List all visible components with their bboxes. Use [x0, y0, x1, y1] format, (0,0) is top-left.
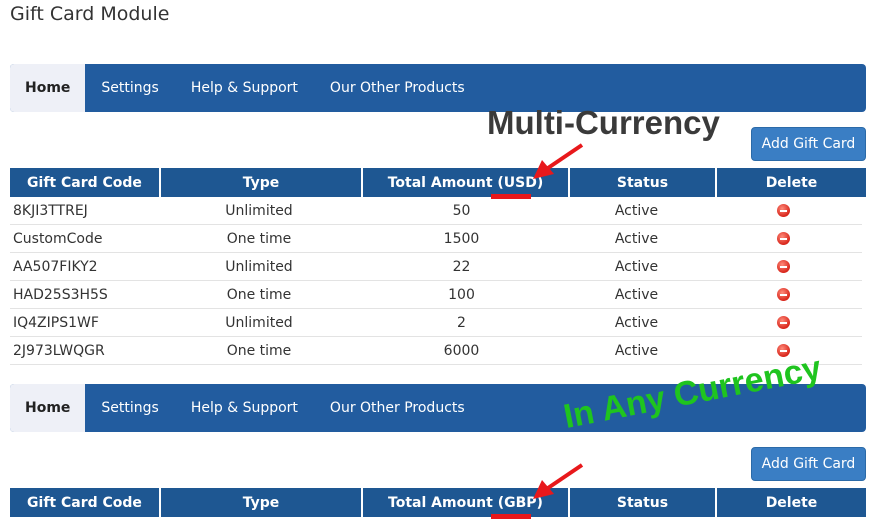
cell-type: Unlimited: [225, 314, 293, 331]
delete-icon[interactable]: [777, 232, 790, 245]
cell-status: Active: [614, 314, 659, 331]
header-gift-card-code[interactable]: Gift Card Code: [10, 168, 159, 197]
header-delete[interactable]: Delete: [717, 488, 866, 517]
table-row: CustomCode One time 1500 Active: [10, 225, 862, 253]
delete-icon[interactable]: [777, 260, 790, 273]
table-row: 8KJI3TTREJ Unlimited 50 Active: [10, 197, 862, 225]
table-row: AA507FIKY2 Unlimited 22 Active: [10, 253, 862, 281]
cell-amount: 100: [448, 286, 475, 303]
header-type[interactable]: Type: [161, 488, 361, 517]
delete-icon[interactable]: [777, 316, 790, 329]
header-gift-card-code[interactable]: Gift Card Code: [10, 488, 159, 517]
header-total-amount[interactable]: Total Amount (GBP): [363, 488, 568, 517]
nav-help-support[interactable]: Help & Support: [175, 384, 314, 432]
cell-status: Active: [614, 258, 659, 275]
gift-card-table-body: 8KJI3TTREJ Unlimited 50 Active CustomCod…: [10, 197, 862, 365]
table-row: 2J973LWQGR One time 6000 Active: [10, 337, 862, 365]
cell-type: Unlimited: [225, 202, 293, 219]
cell-delete: [709, 281, 858, 308]
cell-type: One time: [226, 342, 292, 359]
cell-status: Active: [614, 202, 659, 219]
header-status[interactable]: Status: [570, 488, 715, 517]
cell-status: Active: [614, 286, 659, 303]
cell-code: HAD25S3H5S: [13, 286, 108, 303]
cell-delete: [709, 225, 858, 252]
nav-help-support[interactable]: Help & Support: [175, 64, 314, 112]
cell-code: 2J973LWQGR: [13, 342, 105, 359]
cell-delete: [709, 309, 858, 336]
nav-settings[interactable]: Settings: [85, 384, 174, 432]
cell-type: Unlimited: [225, 258, 293, 275]
cell-code: 8KJI3TTREJ: [13, 202, 88, 219]
table-header-2: Gift Card Code Type Total Amount (GBP) S…: [10, 488, 866, 517]
delete-icon[interactable]: [777, 288, 790, 301]
cell-delete: [709, 253, 858, 280]
table-row: IQ4ZIPS1WF Unlimited 2 Active: [10, 309, 862, 337]
main-navbar: Home Settings Help & Support Our Other P…: [10, 64, 866, 112]
cell-code: IQ4ZIPS1WF: [13, 314, 99, 331]
table-row: HAD25S3H5S One time 100 Active: [10, 281, 862, 309]
page-title: Gift Card Module: [10, 3, 170, 25]
cell-status: Active: [614, 342, 659, 359]
cell-delete: [709, 197, 858, 224]
nav-home[interactable]: Home: [10, 64, 86, 112]
cell-amount: 22: [452, 258, 471, 275]
header-status[interactable]: Status: [570, 168, 715, 197]
multi-currency-annotation: Multi-Currency: [487, 104, 720, 141]
cell-status: Active: [614, 230, 659, 247]
nav-settings[interactable]: Settings: [85, 64, 174, 112]
cell-code: AA507FIKY2: [13, 258, 98, 275]
cell-amount: 50: [452, 202, 471, 219]
cell-amount: 1500: [443, 230, 480, 247]
add-gift-card-button-2[interactable]: Add Gift Card: [751, 447, 866, 481]
cell-type: One time: [226, 230, 292, 247]
nav-other-products[interactable]: Our Other Products: [314, 64, 481, 112]
cell-type: One time: [226, 286, 292, 303]
header-type[interactable]: Type: [161, 168, 361, 197]
cell-code: CustomCode: [13, 230, 103, 247]
arrow-1-shaft: [546, 143, 584, 170]
cell-amount: 2: [457, 314, 466, 331]
nav-home[interactable]: Home: [10, 384, 86, 432]
add-gift-card-button[interactable]: Add Gift Card: [751, 127, 866, 161]
nav-other-products[interactable]: Our Other Products: [314, 384, 481, 432]
arrow-2-shaft: [546, 463, 584, 490]
delete-icon[interactable]: [777, 204, 790, 217]
cell-amount: 6000: [443, 342, 480, 359]
table-header: Gift Card Code Type Total Amount (USD) S…: [10, 168, 866, 197]
header-total-amount[interactable]: Total Amount (USD): [363, 168, 568, 197]
header-delete[interactable]: Delete: [717, 168, 866, 197]
